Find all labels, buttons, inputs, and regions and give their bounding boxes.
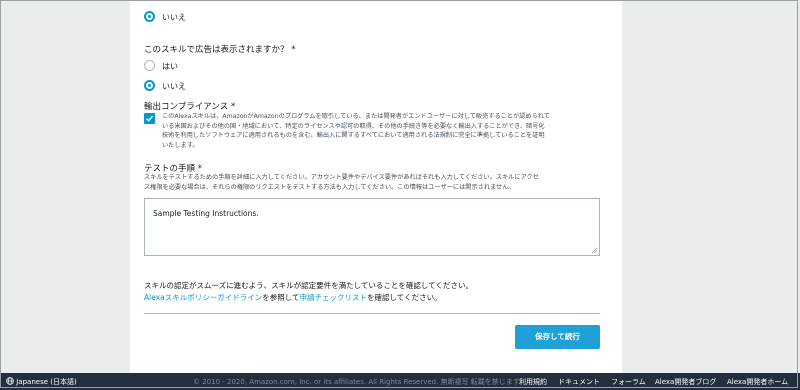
export-line: いたします。 [162,141,199,149]
certification-end-text: を確認してください。 [367,293,442,302]
testing-desc-line: スキルをテストするための手順を詳細に入力してください。アカウント要件やデバイス要… [144,174,539,181]
testing-instructions-value: Sample Testing Instructions. [153,209,259,218]
divider [144,313,600,314]
ads-radio-yes-label: はい [162,62,178,71]
export-line: このAlexaスキルは、AmazonがAmazonのプログラムを取引している、ま… [162,113,550,120]
export-title: 輸出コンプライアンス * [144,102,236,112]
export-line: 技術を利用したソフトウェアに適用されるものを含む、輸出入に関するすべてにおいて適… [162,132,545,139]
resize-handle-icon[interactable] [591,247,597,253]
ads-radio-no[interactable] [144,80,155,91]
ads-radio-yes[interactable] [144,60,155,71]
certification-mid-text: を参照して [262,293,300,302]
export-text: このAlexaスキルは、AmazonがAmazonのプログラムを取引している、ま… [162,112,602,150]
footer-link-home[interactable]: Alexa開発者ホーム [727,377,788,387]
policy-guidelines-link[interactable]: Alexaスキルポリシーガイドライン [144,293,262,302]
checkmark-icon [146,115,154,122]
footer-link-terms[interactable]: 利用規約 [519,377,547,387]
footer-link-forum[interactable]: フォーラム [611,377,646,387]
ads-question: このスキルで広告は表示されますか？ * [144,45,296,55]
footer: Japanese (日本語) © 2010 - 2020, Amazon.com… [0,373,800,390]
copyright-text: © 2010 - 2020, Amazon.com, Inc. or its a… [193,378,520,386]
footer-link-blog[interactable]: Alexa開発者ブログ [655,377,716,387]
language-label: Japanese (日本語) [16,378,77,386]
testing-desc: スキルをテストするための手順を詳細に入力してください。アカウント要件やデバイス要… [144,173,604,192]
globe-icon [6,377,14,385]
certification-note: スキルの認定がスムーズに進むよう、スキルが認定要件を満たしていることを確認してく… [144,281,473,290]
footer-link-docs[interactable]: ドキュメント [558,377,600,387]
testing-instructions-textarea[interactable]: Sample Testing Instructions. [144,198,600,256]
ads-radio-no-label: いいえ [162,82,186,91]
export-checkbox[interactable] [144,113,155,124]
radio-prev-no[interactable] [144,11,155,22]
certification-links: Alexaスキルポリシーガイドラインを参照して申請チェックリストを確認してくださ… [144,292,442,303]
radio-prev-no-label: いいえ [162,13,186,22]
export-line: いる米国およびその他の国・地域において、特定のライセンスや認可の取得、その他の手… [162,122,545,130]
save-continue-button[interactable]: 保存して続行 [515,325,600,349]
testing-desc-line: ス権限を必要な場合は、それらの権限のリクエストをテストする方法も入力してください… [144,183,515,191]
checklist-link[interactable]: 申請チェックリスト [300,293,368,302]
language-selector[interactable]: Japanese (日本語) [6,377,77,387]
